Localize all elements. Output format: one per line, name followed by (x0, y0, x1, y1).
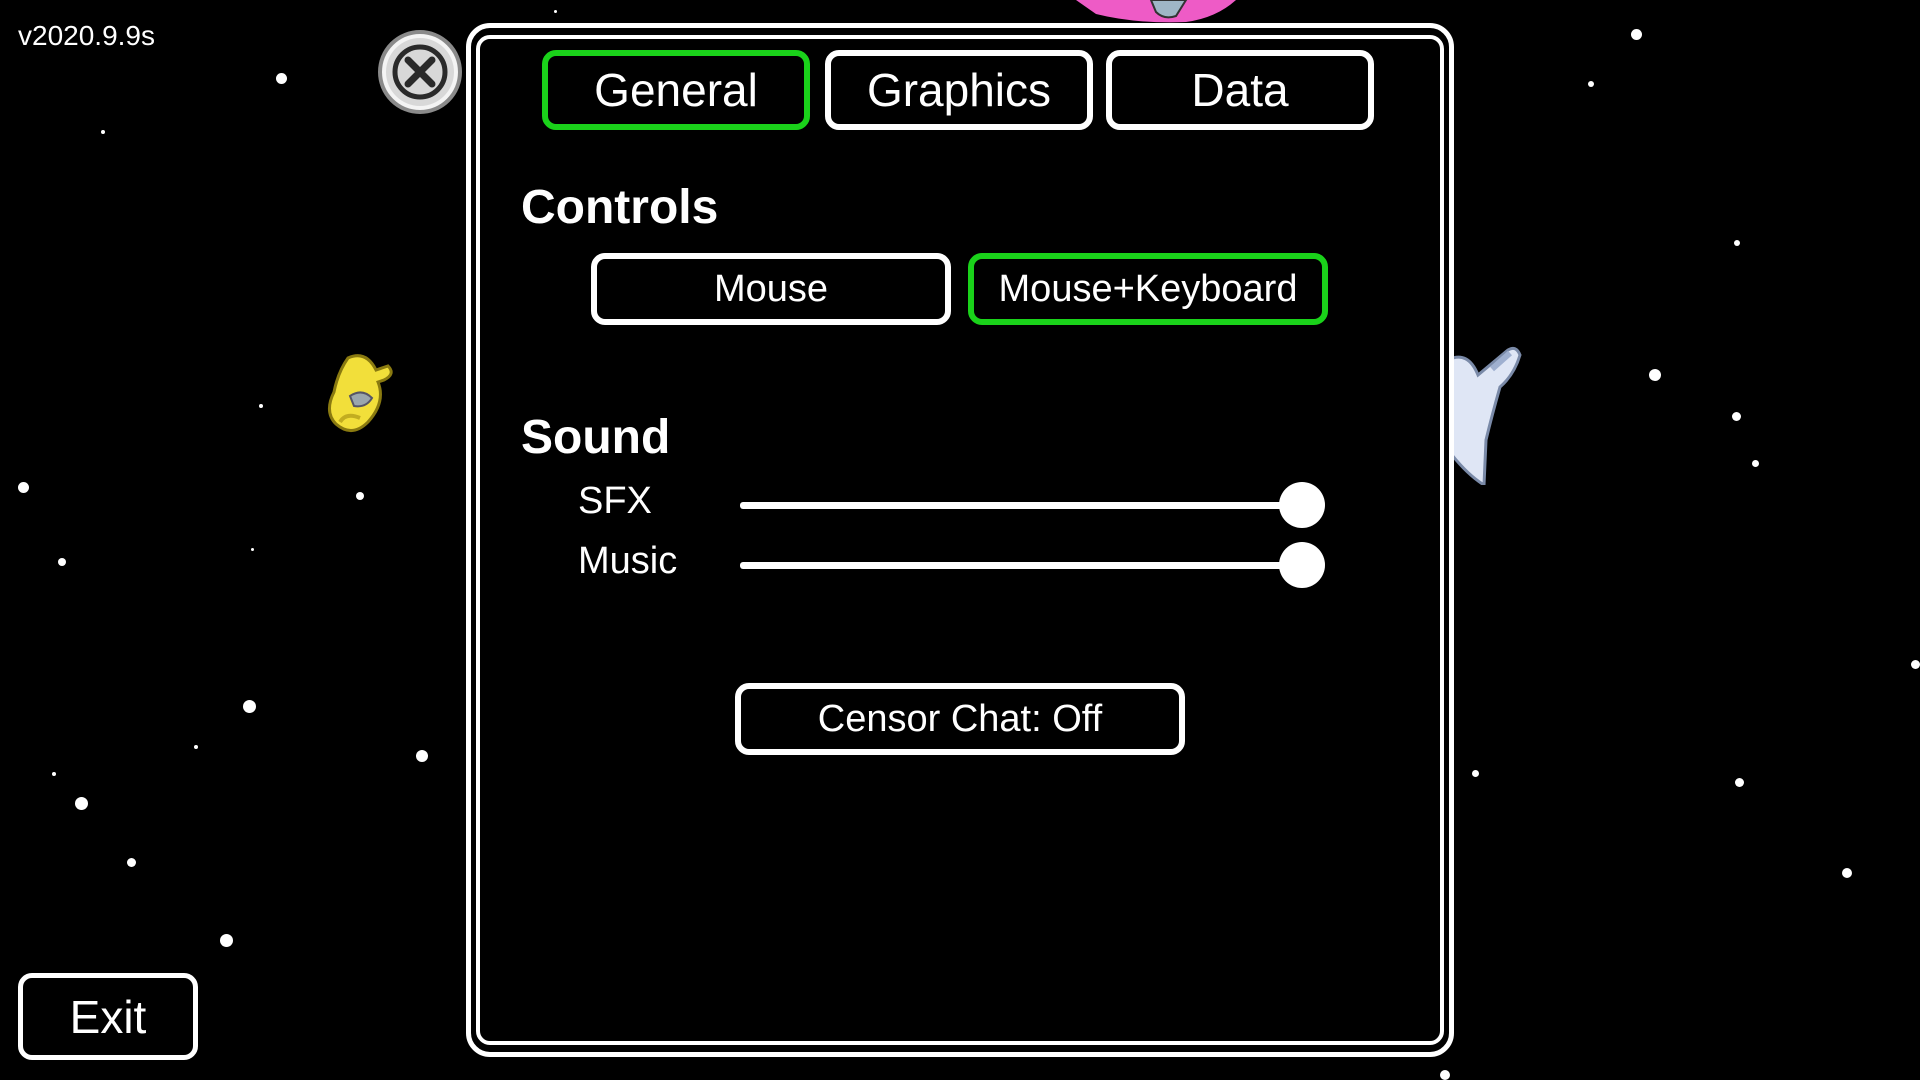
controls-mouse-button[interactable]: Mouse (591, 253, 951, 325)
sound-heading: Sound (521, 411, 671, 464)
yellow-crewmate-icon (328, 354, 393, 432)
tab-graphics[interactable]: Graphics (825, 50, 1093, 130)
tab-general[interactable]: General (542, 50, 810, 130)
music-label: Music (578, 540, 678, 582)
version-label: v2020.9.9s (18, 20, 155, 51)
close-icon (392, 44, 448, 100)
music-slider-handle[interactable] (1279, 542, 1325, 588)
exit-button[interactable]: Exit (18, 973, 198, 1060)
controls-mouse-keyboard-button[interactable]: Mouse+Keyboard (968, 253, 1328, 325)
close-button[interactable] (378, 30, 462, 114)
tab-data[interactable]: Data (1106, 50, 1374, 130)
music-slider-track[interactable] (740, 562, 1302, 569)
controls-heading: Controls (521, 181, 719, 234)
sfx-slider-handle[interactable] (1279, 482, 1325, 528)
censor-chat-button[interactable]: Censor Chat: Off (735, 683, 1185, 755)
sfx-label: SFX (578, 480, 652, 522)
white-crewmate-icon (1448, 346, 1522, 485)
pink-crewmate-icon (1076, 0, 1236, 23)
sfx-slider-track[interactable] (740, 502, 1302, 509)
